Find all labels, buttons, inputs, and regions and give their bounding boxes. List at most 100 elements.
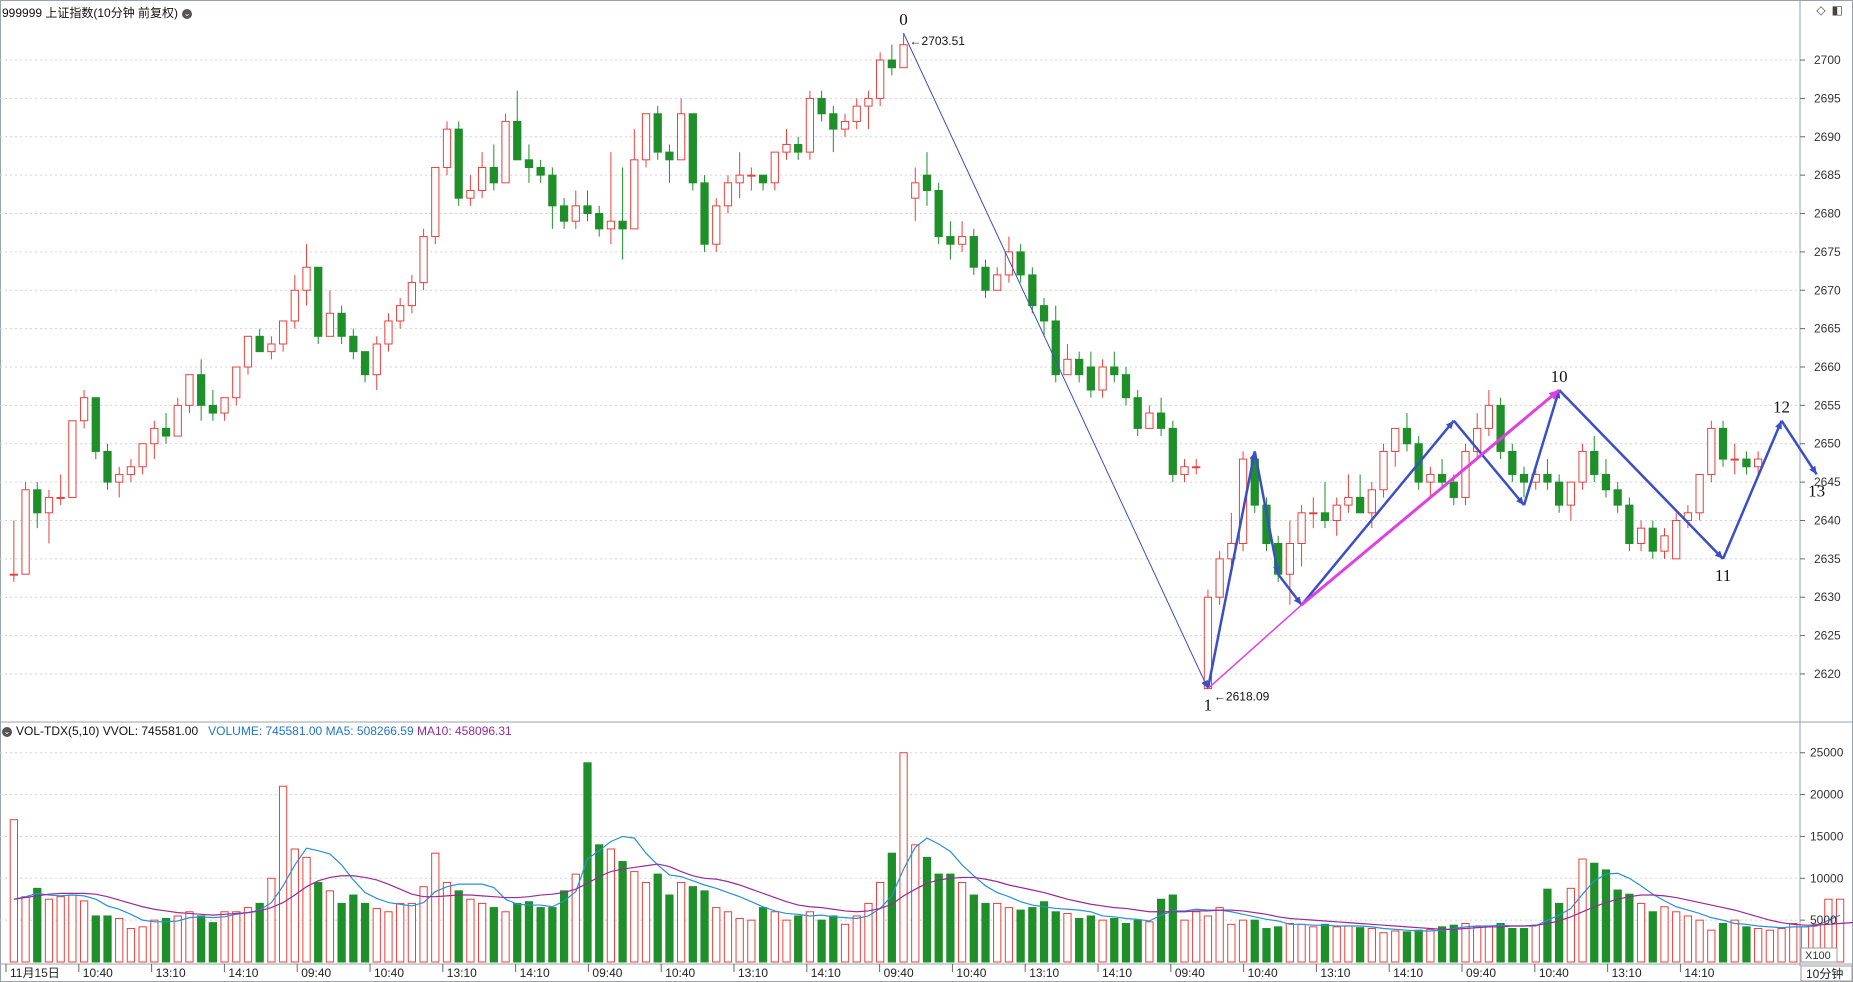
volume-bar-up xyxy=(1835,898,1845,963)
x-tick-label: 10:40 xyxy=(956,966,986,980)
y-tick-label: 2660 xyxy=(1814,360,1841,374)
candle-down xyxy=(314,266,323,337)
x-tick-label: 14:10 xyxy=(1684,966,1714,980)
volume-bar-down xyxy=(1274,926,1283,963)
volume-bar-up xyxy=(407,902,417,963)
volume-bar-down xyxy=(360,902,370,963)
volume-y-tick-label: 15000 xyxy=(1810,829,1844,843)
candle-up xyxy=(267,343,276,353)
volume-bar-up xyxy=(220,911,229,963)
volume-bar-down xyxy=(700,890,709,963)
extreme-value-label: ←2618.09 xyxy=(1214,690,1270,704)
candle-down xyxy=(489,166,498,184)
volume-bar-down xyxy=(1016,909,1025,963)
vol-label: VOL-TDX(5,10) xyxy=(16,724,100,738)
candle-up xyxy=(1566,481,1575,506)
volume-bar-up xyxy=(1695,919,1704,963)
candle-up xyxy=(9,573,18,576)
candle-up xyxy=(899,44,908,69)
volume-bar-up xyxy=(68,894,77,963)
chevron-down-icon[interactable]: ⌄ xyxy=(182,8,193,19)
volume-bar-down xyxy=(922,856,932,963)
volume-bar-up xyxy=(1180,919,1189,963)
candle-up xyxy=(1730,458,1739,461)
wave-segment xyxy=(1721,420,1783,560)
volume-bar-up xyxy=(852,915,861,963)
volume-bars xyxy=(9,752,1845,963)
candle-down xyxy=(513,120,522,161)
volume-indicator-title[interactable]: ⌄ VOL-TDX(5,10) VVOL: 745581.00 VOLUME: 7… xyxy=(2,724,512,738)
volume-bar-up xyxy=(1098,919,1107,963)
candle-up xyxy=(126,466,136,475)
volume-bar-up xyxy=(1367,928,1376,963)
extreme-value-label: ←2703.51 xyxy=(910,34,966,48)
candle-down xyxy=(1613,489,1622,506)
volume-bar-up xyxy=(56,896,65,963)
volume-bar-down xyxy=(1555,902,1564,963)
volume-bar-up xyxy=(630,871,639,963)
volume-bar-down xyxy=(33,887,42,963)
volume-bar-down xyxy=(595,844,604,963)
candle-up xyxy=(1578,450,1587,483)
candle-up xyxy=(138,443,147,468)
volume-bar-down xyxy=(618,861,627,963)
panel-toggle-icon[interactable]: ◧ xyxy=(1832,3,1843,17)
candle-up xyxy=(864,97,873,107)
volume-bar-up xyxy=(1309,926,1318,963)
volume-bar-up xyxy=(712,907,721,963)
candle-down xyxy=(1133,397,1142,429)
volume-bar-down xyxy=(536,907,545,963)
diamond-icon[interactable]: ◇ xyxy=(1816,3,1825,17)
candle-down xyxy=(934,190,943,238)
chevron-down-icon[interactable]: ⌄ xyxy=(2,726,12,737)
volume-bar-up xyxy=(1730,919,1739,963)
candle-down xyxy=(758,174,768,184)
period-label: 10分钟 xyxy=(1806,966,1843,981)
candle-up xyxy=(712,205,721,245)
kline-chart: 2620262526302635264026452650265526602665… xyxy=(0,0,1853,982)
candle-up xyxy=(1461,450,1470,498)
candle-up xyxy=(442,128,452,168)
price-axis: 2620262526302635264026452650265526602665… xyxy=(1800,53,1841,681)
volume-bar-up xyxy=(1344,925,1353,963)
volume-bar-down xyxy=(255,902,264,963)
candle-down xyxy=(103,450,112,483)
volume-bar-down xyxy=(1133,919,1142,963)
x-tick-label: 09:40 xyxy=(1466,966,1496,980)
y-tick-label: 2620 xyxy=(1814,667,1841,681)
volume-bar-down xyxy=(1718,922,1728,963)
x-tick-label: 13:10 xyxy=(1029,966,1059,980)
candle-down xyxy=(559,205,569,222)
volume-bar-up xyxy=(9,819,18,963)
volume-bar-down xyxy=(454,890,463,963)
candle-up xyxy=(1379,450,1388,491)
candle-up xyxy=(911,182,920,199)
y-tick-label: 2670 xyxy=(1814,283,1841,297)
candle-up xyxy=(852,105,861,122)
candle-up xyxy=(1180,466,1189,475)
volume-bar-up xyxy=(1215,907,1224,963)
candle-down xyxy=(653,113,662,153)
volume-bar-down xyxy=(1355,927,1365,963)
wave-segment xyxy=(903,32,1209,689)
volume-value: VOLUME: 745581.00 xyxy=(208,724,323,738)
x-tick-label: 13:10 xyxy=(156,966,186,980)
volume-bar-up xyxy=(431,852,440,963)
candle-up xyxy=(115,473,124,483)
volume-bar-up xyxy=(278,785,288,963)
volume-bar-up xyxy=(1238,919,1248,963)
wave-label: 12 xyxy=(1773,398,1790,417)
volume-bar-up xyxy=(677,881,686,963)
volume-bar-up xyxy=(1297,923,1306,963)
volume-bar-up xyxy=(115,917,124,963)
volume-bar-up xyxy=(126,928,136,963)
volume-bar-down xyxy=(1402,931,1412,963)
candle-down xyxy=(208,404,217,414)
chart-title[interactable]: 999999 上证指数(10分钟 前复权) ⌄ xyxy=(2,4,193,21)
volume-bar-up xyxy=(1683,915,1693,963)
candle-down xyxy=(618,220,627,230)
candle-up xyxy=(1707,427,1716,475)
candle-up xyxy=(419,236,428,284)
volume-bar-up xyxy=(466,898,475,963)
candle-down xyxy=(360,351,370,376)
